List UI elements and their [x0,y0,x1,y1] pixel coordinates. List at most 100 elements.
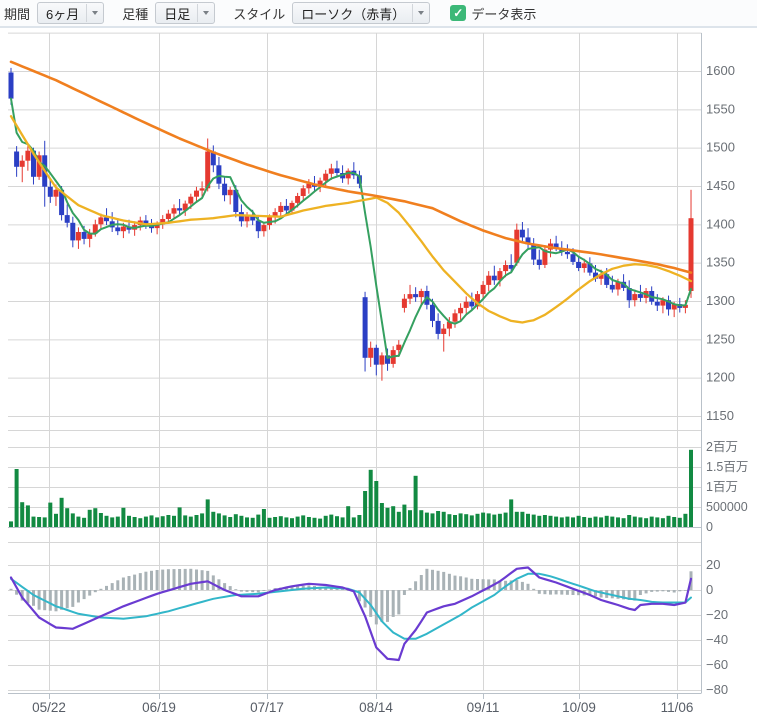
volume-bar [672,517,676,527]
macd-histogram-bar [251,590,254,592]
price-volume-macd-chart[interactable]: 1600155015001450140013501300125012001150… [0,28,757,721]
volume-bar [284,517,288,527]
volume-bar [683,514,687,527]
volume-bar [509,499,513,527]
period-dropdown[interactable]: 6ヶ月 [37,2,104,24]
price-axis-label: 1600 [706,63,735,78]
volume-bar [487,513,491,527]
volume-bar [470,515,474,527]
candle-body-up [98,217,103,224]
macd-histogram-bar [173,569,176,590]
candle-body-down [65,215,70,223]
candle-body-down [216,165,221,183]
volume-bar [324,516,328,527]
volume-bar [183,515,187,527]
volume-bar [65,508,69,527]
macd-histogram-bar [111,583,114,590]
data-display-checkbox[interactable]: ✓ [450,5,466,21]
macd-histogram-bar [246,590,249,592]
bar-type-dropdown[interactable]: 日足 [155,2,215,24]
volume-bar [498,514,502,527]
macd-histogram-bar [527,584,530,590]
volume-bar [60,498,64,527]
macd-histogram-bar [448,574,451,590]
candle-body-up [514,230,519,263]
volume-bar [520,512,524,527]
volume-bar [594,517,598,527]
macd-histogram-bar [521,582,524,590]
volume-bar [397,512,401,527]
macd-histogram-bar [122,578,125,591]
volume-bar [206,499,210,527]
macd-histogram-bar [133,575,136,590]
macd-line [11,568,691,661]
moving-averages [11,62,691,358]
price-axis-label: 1300 [706,293,735,308]
volume-bar [582,517,586,527]
candle-body-up [368,348,373,358]
candle-body-up [194,191,199,197]
volume-bar [223,515,227,527]
macd-histogram-bar [538,590,541,594]
macd-histogram-bar [566,590,569,595]
style-dropdown[interactable]: ローソク（赤青） [292,2,430,24]
macd-histogram-bar [661,590,664,591]
price-axis-label: 1250 [706,331,735,346]
volume-bar [329,515,333,527]
macd-histogram-bar [229,586,232,590]
bar-type-dropdown-arrow-box[interactable] [197,4,214,22]
candle-body-up [76,232,81,240]
volume-bar [644,518,648,527]
macd-histogram-bar [10,589,13,590]
candle-body-down [239,212,244,221]
candle-body-down [655,302,660,306]
macd-histogram-bar [437,571,440,590]
macd-histogram-bar [549,590,552,595]
candle-body-up [172,208,177,213]
macd-histogram-bar [150,571,153,590]
volume-bar [627,515,631,527]
date-axis-label: 10/09 [562,700,596,715]
volume-bar [245,517,249,527]
candle-body-up [408,294,413,299]
volume-bar [605,516,609,527]
chart-toolbar: 期間 6ヶ月 足種 日足 スタイル ローソク（赤青） ✓ データ表示 [0,0,757,28]
volume-bar [37,517,41,527]
macd-histogram-bar [560,590,563,595]
data-display-label: データ表示 [471,4,536,23]
volume-bar [588,518,592,527]
volume-bar [262,509,266,527]
volume-bar [313,518,317,527]
volume-bar [436,511,440,527]
macd-histogram-bar [234,589,237,590]
period-label: 期間 [4,4,30,23]
volume-bar [93,508,97,527]
volume-bar [234,514,238,527]
chart-canvas[interactable]: 1600155015001450140013501300125012001150… [0,28,757,721]
candle-body-up [481,285,486,294]
macd-histogram-bar [420,575,423,590]
volume-bar [689,450,693,527]
macd-histogram-bar [77,590,80,603]
style-dropdown-arrow-box[interactable] [412,4,429,22]
volume-bar [88,510,92,527]
style-value: ローソク（赤青） [301,4,412,23]
volume-bar [610,517,614,527]
volume-bar [431,513,435,527]
candle-body-down [413,294,418,297]
price-axis-label: 1400 [706,216,735,231]
ma-mid-line [11,116,691,322]
candle-body-up [166,214,171,219]
volume-bar [15,469,19,527]
period-dropdown-arrow-box[interactable] [86,4,103,22]
volume-bar [178,507,182,527]
candle-body-up [20,161,25,167]
macd-histogram-bar [116,580,119,590]
macd-histogram-bar [88,590,91,596]
candle-body-up [632,294,637,300]
volume-bar [419,510,423,527]
volume-bar [678,518,682,527]
candle-body-down [9,73,14,99]
macd-histogram-bar [572,590,575,595]
volume-axis-label: 0 [706,520,713,534]
